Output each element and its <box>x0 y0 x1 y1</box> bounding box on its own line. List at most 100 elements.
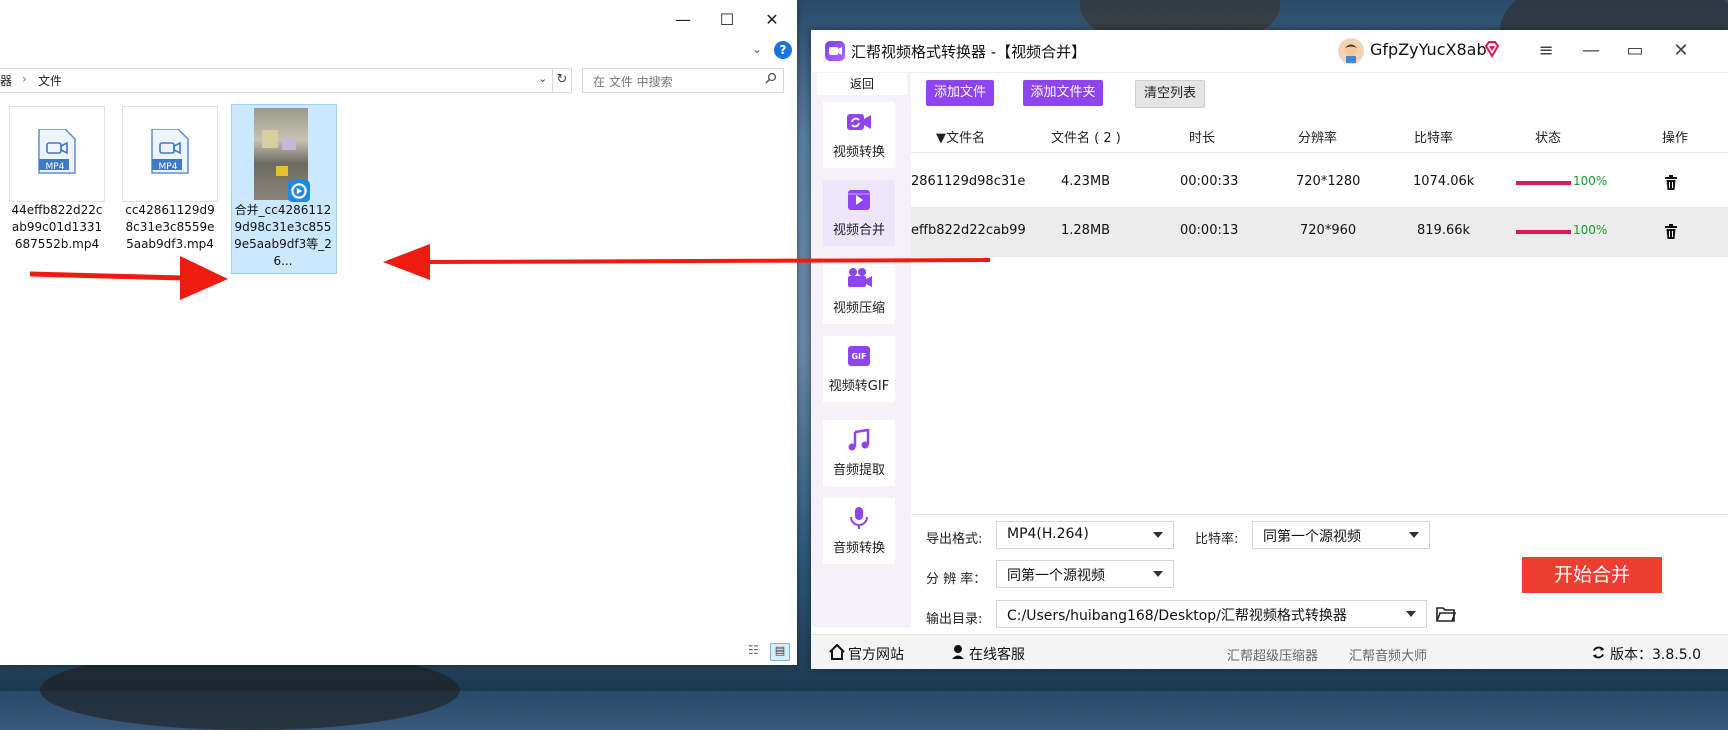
output-dir-select[interactable]: C:/Users/huibang168/Desktop/汇帮视频格式转换器 <box>996 600 1427 628</box>
column-header-filename[interactable]: ▼文件名 <box>936 127 985 146</box>
bitrate-select[interactable]: 同第一个源视频 <box>1252 521 1430 549</box>
sidebar-item-video-convert[interactable]: 视频转换 <box>823 102 895 168</box>
sidebar-item-video-compress[interactable]: 视频压缩 <box>823 258 895 324</box>
resolution-value: 同第一个源视频 <box>1007 568 1105 584</box>
file-name[interactable]: 44effb822d22cab99c01d1331687552b.mp4 <box>9 202 105 253</box>
sidebar-item-audio-convert[interactable]: 音频转换 <box>823 498 895 564</box>
breadcrumb-prev[interactable]: 器 <box>0 72 12 89</box>
thumbnail-object <box>276 166 288 176</box>
file-type-badge: MP4 <box>158 162 178 172</box>
search-icon <box>765 72 777 84</box>
table-row[interactable]: effb822d22cab99c01 1.28MB 00:00:13 720*9… <box>911 208 1728 257</box>
svg-text:GIF: GIF <box>851 352 866 361</box>
microphone-icon <box>850 507 868 529</box>
video-compress-icon <box>848 268 872 287</box>
file-table-header: ▼文件名 文件名 ( 2 ) 时长 分辨率 比特率 状态 操作 <box>911 118 1728 153</box>
chevron-down-icon <box>1153 532 1163 538</box>
vip-diamond-icon[interactable] <box>1483 40 1501 58</box>
music-note-icon <box>848 428 870 451</box>
app-logo-icon <box>825 41 845 61</box>
sidebar-item-video-to-gif[interactable]: GIF 视频转GIF <box>823 336 895 402</box>
sidebar-item-label: 音频转换 <box>832 541 885 556</box>
maximize-button[interactable]: ▭ <box>1622 39 1648 63</box>
format-value: MP4(H.264) <box>1007 526 1089 542</box>
cell-bitrate: 1074.06k <box>1413 174 1475 189</box>
home-icon <box>829 644 845 660</box>
version-label: 版本：3.8.5.0 <box>1610 647 1701 663</box>
ribbon-expand-chevron-icon[interactable]: ⌄ <box>752 42 762 56</box>
details-view-icon[interactable]: ☷ <box>748 643 766 659</box>
bitrate-value: 同第一个源视频 <box>1263 529 1361 545</box>
help-icon[interactable]: ? <box>774 41 792 59</box>
cell-filename: 2861129d98c31e3c8 <box>911 174 1026 189</box>
official-website-link[interactable]: 官方网站 <box>848 644 904 664</box>
progress-bar <box>1516 181 1571 185</box>
clear-list-button[interactable]: 清空列表 <box>1135 80 1205 108</box>
video-converter-app: 汇帮视频格式转换器 -【视频合并】 GfpZyYucX8ab ≡ — ▭ ✕ 返… <box>811 30 1728 669</box>
file-explorer-window: — ☐ ✕ ⌄ ? 器 › 文件 ⌄ ↻ 在 文件 中搜索 MP4 44effb… <box>0 0 797 665</box>
output-dir-label: 输出目录: <box>926 612 983 627</box>
breadcrumb-separator: › <box>22 72 27 86</box>
start-merge-button[interactable]: 开始合并 <box>1522 557 1662 593</box>
add-file-button[interactable]: 添加文件 <box>926 80 994 106</box>
table-row[interactable]: 2861129d98c31e3c8 4.23MB 00:00:33 720*12… <box>911 159 1728 208</box>
minimize-button[interactable]: — <box>668 8 698 32</box>
column-header-bitrate: 比特率 <box>1414 131 1454 146</box>
column-header-duration: 时长 <box>1189 131 1216 146</box>
format-select[interactable]: MP4(H.264) <box>996 521 1174 549</box>
cell-duration: 00:00:13 <box>1180 223 1239 238</box>
file-name[interactable]: 合并_cc42861129d98c31e3c8559e5aab9df3等_26.… <box>234 202 332 270</box>
address-bar[interactable]: 器 › 文件 ⌄ <box>0 68 553 93</box>
add-folder-button[interactable]: 添加文件夹 <box>1023 80 1103 106</box>
file-thumbnail[interactable]: MP4 <box>9 106 105 202</box>
chevron-down-icon <box>1406 611 1416 617</box>
minimize-button[interactable]: — <box>1578 39 1604 63</box>
column-header-status: 状态 <box>1535 131 1562 146</box>
thumbnail-object <box>262 130 278 148</box>
chevron-down-icon <box>1153 571 1163 577</box>
update-icon[interactable] <box>1591 645 1606 660</box>
file-name[interactable]: cc42861129d98c31e3c8559e5aab9df3.mp4 <box>122 202 218 253</box>
output-dir-value: C:/Users/huibang168/Desktop/汇帮视频格式转换器 <box>1007 608 1347 624</box>
sidebar-item-label: 视频转换 <box>832 145 885 160</box>
folder-open-icon[interactable] <box>1436 605 1456 623</box>
maximize-button[interactable]: ☐ <box>712 8 742 32</box>
close-button[interactable]: ✕ <box>757 8 787 32</box>
large-icons-view-icon[interactable]: ▤ <box>770 643 790 661</box>
format-label: 导出格式: <box>926 532 983 547</box>
audio-master-link[interactable]: 汇帮音频大师 <box>1349 645 1427 664</box>
delete-icon[interactable] <box>1664 224 1678 240</box>
sidebar-item-audio-extract[interactable]: 音频提取 <box>823 420 895 486</box>
back-button[interactable]: 返回 <box>817 73 907 95</box>
breadcrumb-current[interactable]: 文件 <box>38 72 62 89</box>
app-titlebar: 汇帮视频格式转换器 -【视频合并】 GfpZyYucX8ab ≡ — ▭ ✕ <box>811 30 1728 73</box>
refresh-button[interactable]: ↻ <box>552 68 572 93</box>
super-compressor-link[interactable]: 汇帮超级压缩器 <box>1227 645 1318 664</box>
chevron-down-icon <box>1409 532 1419 538</box>
sidebar-item-label: 音频提取 <box>832 463 885 478</box>
bitrate-label: 比特率: <box>1195 532 1239 547</box>
customer-service-icon <box>952 645 964 659</box>
thumbnail-object <box>282 138 296 150</box>
menu-icon[interactable]: ≡ <box>1533 39 1559 63</box>
cell-bitrate: 819.66k <box>1417 223 1471 238</box>
app-title: 汇帮视频格式转换器 -【视频合并】 <box>851 43 1087 61</box>
user-avatar[interactable] <box>1338 38 1364 64</box>
user-name[interactable]: GfpZyYucX8ab <box>1370 40 1487 59</box>
sidebar-item-video-merge[interactable]: 视频合并 <box>823 180 895 246</box>
sidebar-item-label: 视频压缩 <box>832 301 885 316</box>
sidebar-item-label: 视频转GIF <box>828 379 890 394</box>
file-thumbnail[interactable]: MP4 <box>122 106 218 202</box>
delete-icon[interactable] <box>1664 175 1678 191</box>
column-header-action: 操作 <box>1662 131 1689 146</box>
online-support-link[interactable]: 在线客服 <box>969 644 1025 664</box>
video-merge-icon <box>848 190 870 210</box>
resolution-select[interactable]: 同第一个源视频 <box>996 560 1174 588</box>
address-dropdown-icon[interactable]: ⌄ <box>538 72 547 85</box>
cell-filename: effb822d22cab99c01 <box>911 223 1026 238</box>
video-convert-icon <box>847 114 871 130</box>
explorer-titlebar: — ☐ ✕ <box>0 0 797 40</box>
close-button[interactable]: ✕ <box>1668 39 1694 63</box>
column-header-size: 文件名 ( 2 ) <box>1051 131 1121 146</box>
search-input[interactable]: 在 文件 中搜索 <box>582 68 784 93</box>
